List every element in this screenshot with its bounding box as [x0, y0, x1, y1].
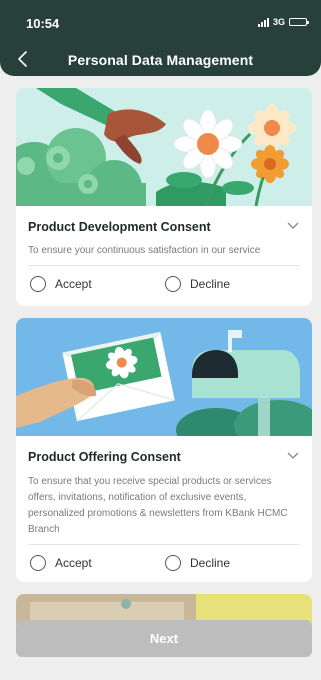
consent-options: Accept Decline: [16, 266, 312, 304]
accept-option[interactable]: Accept: [30, 276, 92, 292]
decline-option[interactable]: Decline: [165, 555, 230, 571]
decline-label: Decline: [190, 277, 231, 291]
accept-label: Accept: [55, 277, 92, 291]
next-button[interactable]: Next: [16, 620, 312, 657]
handshake-flowers-illustration: [16, 88, 312, 206]
consent-title: Product Offering Consent: [28, 450, 181, 464]
network-type: 3G: [272, 17, 285, 27]
chevron-down-icon[interactable]: [286, 221, 300, 231]
consent-description: To ensure your continuous satisfaction i…: [28, 245, 261, 256]
page-title: Personal Data Management: [67, 52, 254, 68]
decline-option[interactable]: Decline: [165, 276, 230, 292]
accept-radio[interactable]: [30, 555, 46, 571]
consent-options: Accept Decline: [16, 545, 312, 582]
app-header: 10:54 3G Personal Data Management: [0, 0, 321, 76]
decline-label: Decline: [190, 556, 231, 570]
consent-card-product-offering: Product Offering Consent To ensure that …: [16, 318, 312, 582]
accept-radio[interactable]: [30, 276, 46, 292]
consent-title: Product Development Consent: [28, 220, 211, 234]
accept-option[interactable]: Accept: [30, 555, 92, 571]
accept-label: Accept: [55, 556, 92, 570]
envelope-mailbox-illustration: [16, 318, 312, 436]
status-time: 10:54: [26, 16, 60, 31]
decline-radio[interactable]: [165, 555, 181, 571]
card-header[interactable]: Product Development Consent: [16, 206, 312, 238]
signal-icon: [257, 17, 269, 27]
card-header[interactable]: Product Offering Consent: [16, 436, 312, 468]
consent-card-product-development: Product Development Consent To ensure yo…: [16, 88, 312, 306]
chevron-down-icon[interactable]: [286, 451, 300, 461]
consent-description: To ensure that you receive special produ…: [28, 476, 288, 535]
battery-icon: [289, 18, 309, 26]
decline-radio[interactable]: [165, 276, 181, 292]
status-indicators: 3G: [257, 17, 309, 27]
